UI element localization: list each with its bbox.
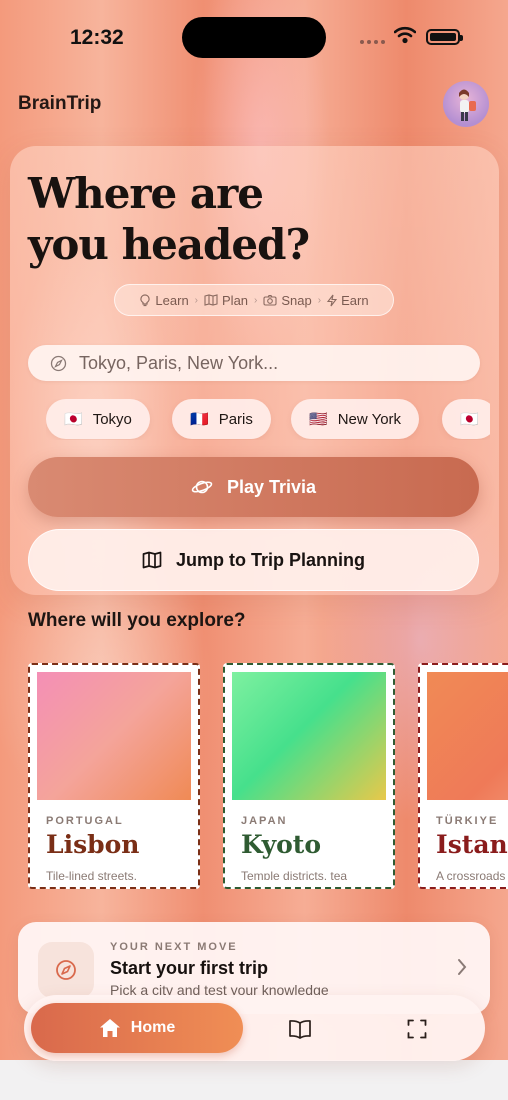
flag-jp-icon: 🇯🇵 <box>460 411 479 428</box>
destination-description: Tile-lined streets, <box>46 869 137 880</box>
destination-image <box>427 672 508 800</box>
tab-home-label: Home <box>130 1019 176 1036</box>
wifi-icon <box>394 26 416 44</box>
journey-steps: Learn › Plan › Snap › Earn <box>114 284 394 316</box>
destination-country: JAPAN <box>241 815 288 827</box>
destination-carousel: PORTUGAL Lisbon Tile-lined streets, JAPA… <box>28 663 508 891</box>
destination-city: Istanbul <box>436 830 508 859</box>
lightbulb-icon <box>140 293 151 306</box>
planet-icon <box>191 480 213 494</box>
chevron-right-icon: › <box>317 294 322 306</box>
chip-label: New York <box>337 410 402 428</box>
tab-home[interactable]: Home <box>31 1003 243 1053</box>
next-move-icon-tile <box>38 942 94 998</box>
play-trivia-button[interactable]: Play Trivia <box>28 457 479 517</box>
destination-description: Temple districts, tea <box>241 869 348 880</box>
tab-bar: Home <box>24 995 485 1061</box>
destination-description: A crossroads <box>436 869 506 880</box>
search-input[interactable]: Tokyo, Paris, New York... <box>28 345 480 381</box>
destination-card-kyoto[interactable]: JAPAN Kyoto Temple districts, tea <box>223 663 395 889</box>
chip-more[interactable]: 🇯🇵 <box>442 399 490 439</box>
destination-city: Lisbon <box>46 830 140 859</box>
chip-label: Tokyo <box>92 410 132 428</box>
flag-us-icon: 🇺🇸 <box>309 411 328 428</box>
destination-image <box>232 672 386 800</box>
step-label: Plan <box>222 292 249 308</box>
chevron-right-icon <box>458 959 467 975</box>
compass-icon <box>50 355 67 371</box>
explore-section-title: Where will you explore? <box>28 610 246 631</box>
step-label: Snap <box>281 292 312 308</box>
bottom-fade <box>0 1060 508 1100</box>
tab-book[interactable] <box>280 1009 320 1049</box>
jump-label: Jump to Trip Planning <box>176 549 365 570</box>
chevron-right-icon: › <box>194 294 199 306</box>
tab-scan[interactable] <box>397 1009 437 1049</box>
step-learn: Learn <box>139 292 189 308</box>
step-label: Learn <box>155 292 189 308</box>
destination-image <box>37 672 191 800</box>
chip-tokyo[interactable]: 🇯🇵 Tokyo <box>46 399 150 439</box>
camera-icon <box>263 294 277 306</box>
next-move-title: Start your first trip <box>110 958 269 978</box>
home-icon <box>99 1019 120 1037</box>
scan-icon <box>407 1019 427 1039</box>
next-move-kicker: YOUR NEXT MOVE <box>110 941 238 953</box>
cellular-signal-icon <box>360 40 385 44</box>
compass-icon <box>56 960 76 980</box>
destination-card-lisbon[interactable]: PORTUGAL Lisbon Tile-lined streets, <box>28 663 200 889</box>
app-brand: BrainTrip <box>18 93 102 114</box>
map-icon <box>204 294 218 306</box>
flag-fr-icon: 🇫🇷 <box>190 411 209 428</box>
destination-country: TÜRKIYE <box>436 815 499 827</box>
map-icon <box>142 551 162 569</box>
dynamic-island <box>182 17 326 58</box>
destination-country: PORTUGAL <box>46 815 124 827</box>
hero-title: Where are you headed? <box>28 169 310 269</box>
avatar[interactable] <box>443 81 489 127</box>
step-label: Earn <box>341 292 369 308</box>
flag-jp-icon: 🇯🇵 <box>64 411 83 428</box>
step-snap: Snap <box>263 292 312 308</box>
city-chips: 🇯🇵 Tokyo 🇫🇷 Paris 🇺🇸 New York 🇯🇵 <box>46 399 490 440</box>
book-icon <box>289 1020 311 1039</box>
traveler-avatar-icon <box>459 89 476 121</box>
step-earn: Earn <box>327 292 369 308</box>
bolt-icon <box>327 294 338 306</box>
play-trivia-label: Play Trivia <box>226 476 317 497</box>
battery-icon <box>426 29 463 45</box>
chip-label: Paris <box>218 410 253 428</box>
chip-new-york[interactable]: 🇺🇸 New York <box>291 399 420 439</box>
chevron-right-icon: › <box>254 294 258 306</box>
destination-city: Kyoto <box>241 830 322 859</box>
chip-paris[interactable]: 🇫🇷 Paris <box>172 399 271 439</box>
step-plan: Plan <box>204 293 248 308</box>
search-placeholder: Tokyo, Paris, New York... <box>79 352 279 373</box>
destination-card-istanbul[interactable]: TÜRKIYE Istanbul A crossroads <box>418 663 508 889</box>
status-time: 12:32 <box>70 26 124 49</box>
jump-to-trip-planning-button[interactable]: Jump to Trip Planning <box>28 529 479 591</box>
